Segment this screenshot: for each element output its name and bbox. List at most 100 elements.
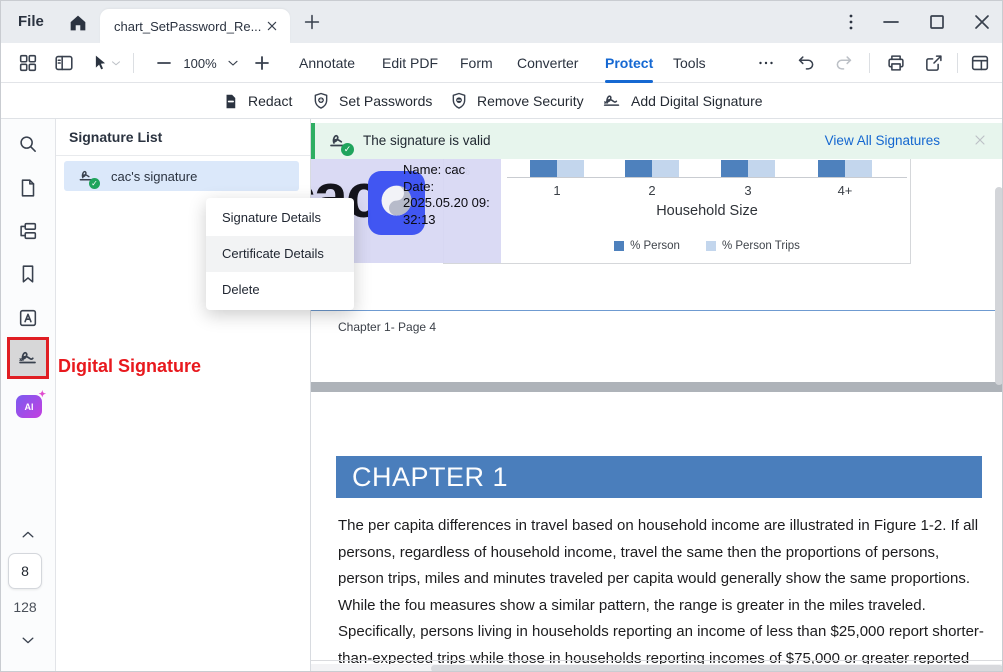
zoom-level-value[interactable]: 100% bbox=[177, 56, 223, 71]
stamp-date-label: Date: bbox=[403, 179, 500, 196]
document-tab[interactable]: chart_SetPassword_Re... bbox=[100, 9, 290, 43]
tab-close-button[interactable] bbox=[264, 18, 280, 34]
bookmarks-button[interactable] bbox=[17, 263, 39, 285]
previous-page-button[interactable] bbox=[19, 526, 37, 544]
current-page-input[interactable]: 8 bbox=[8, 553, 42, 589]
document-tab-title: chart_SetPassword_Re... bbox=[114, 19, 261, 34]
tab-edit-pdf[interactable]: Edit PDF bbox=[382, 43, 438, 83]
next-page-button[interactable] bbox=[19, 631, 37, 649]
household-size-chart: 0% 1 2 3 4+ Household Size % Person % Pe… bbox=[443, 151, 911, 264]
zoom-dropdown[interactable] bbox=[225, 52, 241, 74]
share-button[interactable] bbox=[923, 52, 945, 74]
bookmark-icon bbox=[17, 263, 39, 285]
vertical-scrollbar[interactable] bbox=[994, 161, 1003, 661]
legend-swatch-persontrips bbox=[706, 241, 716, 251]
select-tool-dropdown[interactable] bbox=[109, 52, 123, 74]
bar-person-2 bbox=[625, 160, 652, 177]
plus-icon bbox=[301, 11, 323, 33]
x-axis-title: Household Size bbox=[507, 203, 907, 219]
bar-person-3 bbox=[721, 160, 748, 177]
layers-button[interactable] bbox=[17, 220, 39, 242]
ai-assistant-button[interactable]: AI✦ bbox=[16, 395, 42, 418]
signature-valid-icon: ✓ bbox=[77, 166, 97, 186]
add-digital-signature-label: Add Digital Signature bbox=[631, 93, 763, 109]
kebab-icon bbox=[839, 10, 863, 34]
grid-view-button[interactable] bbox=[17, 52, 39, 74]
maximize-button[interactable] bbox=[925, 10, 949, 34]
tab-annotate[interactable]: Annotate bbox=[299, 43, 355, 83]
horizontal-scrollbar[interactable] bbox=[311, 664, 1003, 672]
chapter-title: CHAPTER 1 bbox=[352, 462, 508, 493]
page-layout-button[interactable] bbox=[969, 52, 991, 74]
remove-security-label: Remove Security bbox=[477, 93, 584, 109]
x-tick-label: 1 bbox=[537, 183, 577, 198]
printer-icon bbox=[885, 52, 907, 74]
page-footer-text: Chapter 1- Page 4 bbox=[338, 320, 436, 334]
menu-item-certificate-details[interactable]: Certificate Details bbox=[206, 236, 354, 272]
zoom-in-button[interactable] bbox=[251, 52, 273, 74]
chart-legend: % Person % Person Trips bbox=[507, 240, 907, 252]
tab-converter[interactable]: Converter bbox=[517, 43, 578, 83]
signature-item-label: cac's signature bbox=[111, 169, 197, 184]
window-close-button[interactable] bbox=[970, 10, 994, 34]
menu-item-delete[interactable]: Delete bbox=[206, 272, 354, 308]
toolbar-divider bbox=[957, 53, 958, 73]
main-toolbar: 100% Annotate Edit PDF Form Converter Pr… bbox=[1, 43, 1003, 83]
more-menu-button[interactable] bbox=[839, 10, 863, 34]
set-passwords-label: Set Passwords bbox=[339, 93, 432, 109]
toolbar-divider bbox=[869, 53, 870, 73]
minus-icon bbox=[153, 52, 175, 74]
undo-icon bbox=[795, 52, 817, 74]
signature-icon bbox=[16, 346, 40, 370]
tree-icon bbox=[17, 220, 39, 242]
search-button[interactable] bbox=[17, 133, 39, 155]
chevron-down-icon bbox=[19, 631, 37, 649]
add-digital-signature-button[interactable]: Add Digital Signature bbox=[601, 83, 763, 119]
file-menu[interactable]: File bbox=[18, 13, 44, 30]
view-all-signatures-link[interactable]: View All Signatures bbox=[825, 133, 940, 148]
chevron-up-icon bbox=[19, 526, 37, 544]
minimize-button[interactable] bbox=[879, 10, 903, 34]
bar-persontrips-4plus bbox=[845, 160, 872, 177]
bar-persontrips-2 bbox=[652, 160, 679, 177]
undo-button[interactable] bbox=[795, 52, 817, 74]
bar-persontrips-1 bbox=[557, 160, 584, 177]
document-page[interactable]: 0% 1 2 3 4+ Household Size % Person % Pe… bbox=[311, 119, 1003, 672]
signature-list-item[interactable]: ✓ cac's signature bbox=[64, 161, 299, 191]
annotations-button[interactable] bbox=[17, 307, 39, 329]
menu-item-signature-details[interactable]: Signature Details bbox=[206, 200, 354, 236]
legend-label-person: % Person bbox=[630, 240, 680, 252]
more-tools-button[interactable] bbox=[755, 52, 777, 74]
set-passwords-button[interactable]: Set Passwords bbox=[311, 83, 432, 119]
stamp-date-line2: 32:13 bbox=[403, 212, 500, 229]
maximize-icon bbox=[925, 10, 949, 34]
signature-valid-banner: ✓ The signature is valid View All Signat… bbox=[311, 123, 1003, 159]
protect-toolbar: Redact Set Passwords Remove Security Add… bbox=[1, 83, 1003, 119]
signature-valid-icon: ✓ bbox=[327, 129, 351, 153]
redo-button[interactable] bbox=[833, 52, 855, 74]
banner-message: The signature is valid bbox=[363, 133, 491, 148]
cursor-icon bbox=[89, 52, 111, 74]
x-tick-label: 4+ bbox=[825, 183, 865, 198]
redact-button[interactable]: Redact bbox=[221, 83, 292, 119]
banner-close-button[interactable] bbox=[972, 132, 988, 148]
panel-header: Signature List bbox=[56, 119, 310, 156]
home-button[interactable] bbox=[67, 12, 89, 34]
page-thumbnails-button[interactable] bbox=[17, 177, 39, 199]
tab-tools[interactable]: Tools bbox=[673, 43, 706, 83]
remove-security-button[interactable]: Remove Security bbox=[449, 83, 584, 119]
zoom-out-button[interactable] bbox=[153, 52, 175, 74]
signature-context-menu: Signature Details Certificate Details De… bbox=[206, 198, 354, 310]
new-tab-button[interactable] bbox=[301, 11, 323, 33]
tab-form[interactable]: Form bbox=[460, 43, 493, 83]
select-tool-button[interactable] bbox=[89, 52, 111, 74]
digital-signature-panel-button[interactable] bbox=[7, 337, 49, 379]
page-bottom-line bbox=[311, 660, 1003, 661]
vertical-scrollbar-thumb[interactable] bbox=[995, 187, 1003, 385]
horizontal-scrollbar-thumb[interactable] bbox=[431, 665, 1003, 672]
tab-protect[interactable]: Protect bbox=[605, 43, 653, 83]
sidebar-toggle-button[interactable] bbox=[53, 52, 75, 74]
plus-icon bbox=[251, 52, 273, 74]
print-button[interactable] bbox=[885, 52, 907, 74]
valid-check-badge: ✓ bbox=[341, 143, 354, 156]
